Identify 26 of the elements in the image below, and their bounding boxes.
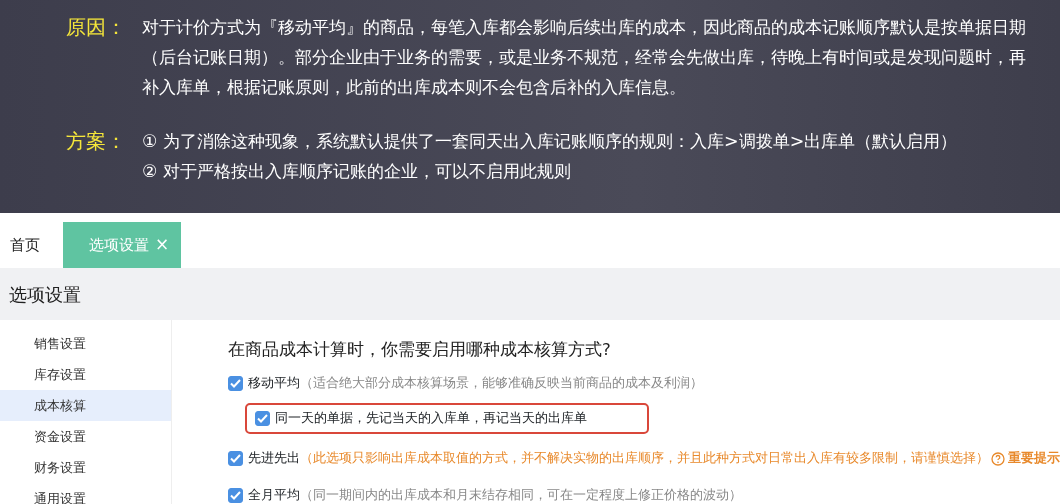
option-note: （此选项只影响出库成本取值的方式，并不解决实物的出库顺序，并且此种方式对日常出入库有较多限制，请谨慎选择）	[300, 449, 989, 468]
banner-text: ① 为了消除这种现象，系统默认提供了一套同天出入库记账顺序的规则：入库>调拨单>出库单（默认启用）	[142, 130, 958, 153]
question-text: 在商品成本计算时，你需要启用哪种成本核算方式?	[228, 339, 612, 361]
page-title: 选项设置	[9, 282, 81, 307]
sidebar-item[interactable]: 财务设置	[0, 452, 171, 483]
checkbox[interactable]	[228, 451, 243, 467]
option-note: （同一期间内的出库成本和月末结存相同，可在一定程度上修正价格的波动）	[300, 486, 742, 504]
sidebar-item[interactable]: 资金设置	[0, 421, 171, 452]
sidebar-item[interactable]: 成本核算	[0, 390, 171, 421]
sidebar-item[interactable]: 通用设置	[0, 483, 171, 504]
help-icon	[991, 451, 1005, 466]
tab[interactable]: 首页	[10, 222, 52, 268]
checkbox[interactable]	[255, 410, 270, 426]
banner-text: ② 对于严格按出入库顺序记账的企业，可以不启用此规则	[142, 160, 573, 183]
option-label: 全月平均	[248, 486, 300, 504]
option-label: 先进先出	[248, 449, 300, 468]
section-label: 方案：	[66, 128, 127, 155]
option-label: 移动平均	[248, 374, 300, 393]
sidebar-item[interactable]: 销售设置	[0, 328, 171, 359]
banner-text: 对于计价方式为『移动平均』的商品，每笔入库都会影响后续出库的成本，因此商品的成本记账顺序默认是按单据日期（后台记账日期）。部分企业由于业务的需要，或是业务不规范，经常会先做出库，待晚上有时间或是发现问题时，再补入库单，根据记账原则，此前的出库成本则不会包含后补的入库信息。	[142, 16, 1027, 99]
section-label: 原因：	[66, 14, 127, 41]
sidebar-item[interactable]: 库存设置	[0, 359, 171, 390]
checkbox[interactable]	[228, 376, 243, 392]
checkbox[interactable]	[228, 488, 243, 504]
option-note: （适合绝大部分成本核算场景，能够准确反映当前商品的成本及利润）	[300, 374, 703, 393]
option-label: 同一天的单据，先记当天的入库单，再记当天的出库单	[275, 408, 587, 427]
